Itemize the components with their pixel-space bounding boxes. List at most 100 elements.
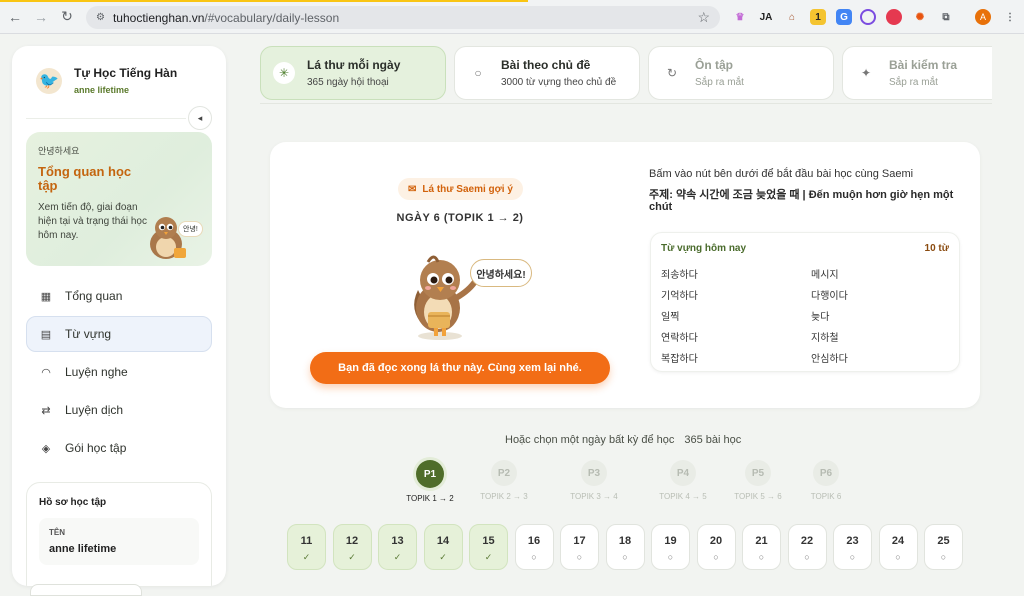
day-button[interactable]: 21 ○ — [742, 524, 781, 570]
sidebar-item-label: Luyện dịch — [65, 403, 124, 417]
day-button[interactable]: 16 ○ — [514, 524, 554, 570]
brand[interactable]: 🐦 Tự Học Tiếng Hàn anne lifetime — [12, 46, 226, 95]
lesson-count: 365 bài học — [684, 434, 742, 446]
tab-daily-letter[interactable]: ✳ Lá thư mỗi ngày 365 ngày hội thoại — [260, 46, 446, 100]
translate-extension-icon[interactable]: G — [836, 9, 852, 25]
day-number: 15 — [482, 535, 495, 547]
day-button[interactable]: 24 ○ — [878, 524, 918, 570]
level-badge: P2 — [491, 460, 517, 486]
mascot-bird-icon — [150, 217, 186, 259]
menu-dots-icon[interactable]: ⋮ — [1002, 9, 1018, 25]
day-number: 17 — [573, 535, 586, 547]
level-p2[interactable]: P2 TOPIK 2 → 3 — [464, 460, 544, 501]
level-badge: P3 — [581, 460, 607, 486]
vocab-card-title: Từ vựng hôm nay — [661, 243, 747, 254]
tab-subtitle: Sắp ra mắt — [695, 77, 744, 88]
vocab-word: 지하철 — [811, 333, 839, 344]
url-host: tuhoctienghan.vn — [112, 10, 205, 25]
bookmark-star-icon[interactable]: ☆ — [697, 9, 710, 26]
tab-topic-lessons[interactable]: ○ Bài theo chủ đề 3000 từ vựng theo chủ … — [454, 46, 640, 100]
day-button[interactable]: 15 ✓ — [469, 524, 508, 570]
open-circle-icon: ○ — [622, 552, 628, 562]
day-button[interactable]: 22 ○ — [787, 524, 827, 570]
level-name: TOPIK 2 → 3 — [480, 492, 528, 501]
day-button[interactable]: 25 ○ — [924, 524, 963, 570]
ring-extension-icon[interactable] — [860, 9, 876, 25]
ja-extension-icon[interactable]: JA — [758, 9, 774, 25]
learning-profile-card: Hồ sơ học tập TÊN anne lifetime — [26, 482, 212, 586]
red-extension-icon[interactable] — [886, 9, 902, 25]
bird-logo-icon: 🐦 — [36, 67, 62, 94]
review-letter-button[interactable]: Bạn đã đọc xong lá thư này. Cùng xem lại… — [310, 352, 610, 384]
open-circle-icon: ○ — [576, 552, 583, 562]
level-p1[interactable]: P1 TOPIK 1 → 2 — [390, 460, 470, 503]
day-number: 11 — [300, 535, 313, 547]
sidebar-item-translation[interactable]: ⇄ Luyện dịch — [26, 392, 212, 428]
crown-extension-icon[interactable]: ♛ — [732, 9, 748, 25]
badge-extension-icon[interactable]: 1 — [810, 9, 826, 25]
level-p4[interactable]: P4 TOPIK 4 → 5 — [643, 460, 723, 501]
sidebar-item-packages[interactable]: ◈ Gói học tập — [26, 430, 212, 466]
check-icon: ✓ — [439, 552, 447, 562]
day-button[interactable]: 12 ✓ — [332, 524, 372, 570]
sidebar-item-overview[interactable]: ▦ Tổng quan — [26, 278, 212, 314]
level-p6[interactable]: P6 TOPIK 6 — [786, 460, 866, 501]
headphones-icon: ◠ — [41, 366, 51, 379]
today-vocab-card: Từ vựng hôm nay 10 từ 죄송하다 메시지 기억하다 다행이다… — [650, 232, 960, 372]
profile-avatar[interactable]: A — [975, 9, 991, 25]
level-p3[interactable]: P3 TOPIK 3 → 4 — [554, 460, 634, 501]
circle-icon: ○ — [474, 66, 482, 80]
reload-icon[interactable]: ↻ — [56, 6, 78, 28]
vocab-word: 죄송하다 — [661, 270, 698, 281]
open-circle-icon: ○ — [804, 552, 810, 562]
vocab-word: 일찍 — [661, 312, 680, 323]
sidebar-item-label: Từ vựng — [65, 327, 112, 341]
lesson-day-title: NGÀY 6 (TOPIK 1 → 2) — [396, 212, 524, 224]
day-number: 18 — [618, 535, 632, 547]
sidebar-item-label: Tổng quan — [65, 289, 123, 303]
tab-subtitle: 3000 từ vựng theo chủ đề — [501, 77, 617, 88]
address-bar[interactable]: ⚙ tuhoctienghan.vn/#vocabulary/daily-les… — [86, 6, 720, 29]
day-button[interactable]: 14 ✓ — [423, 524, 463, 570]
day-number: 24 — [891, 535, 905, 547]
profile-name-value: anne lifetime — [49, 543, 117, 555]
vocab-word: 기억하다 — [661, 291, 698, 302]
house-extension-icon[interactable]: ⌂ — [784, 9, 800, 25]
tab-label: Ôn tập — [695, 58, 733, 72]
day-button[interactable]: 11 ✓ — [287, 524, 326, 570]
bottom-tab[interactable] — [30, 584, 142, 596]
day-button[interactable]: 18 ○ — [605, 524, 645, 570]
day-number: 20 — [709, 535, 723, 547]
vocab-word: 연락하다 — [661, 333, 698, 344]
url-path: /#vocabulary/daily-lesson — [204, 10, 340, 25]
vocab-count: 10 từ — [924, 243, 949, 254]
day-button[interactable]: 23 ○ — [833, 524, 872, 570]
tab-test[interactable]: ✦ Bài kiểm tra Sắp ra mắt — [842, 46, 992, 100]
day-number: 23 — [846, 535, 859, 547]
sidebar-item-vocabulary[interactable]: ▤ Từ vựng — [26, 316, 212, 352]
level-name: TOPIK 3 → 4 — [570, 492, 618, 501]
diamond-icon: ◈ — [41, 442, 51, 455]
check-icon: ✓ — [348, 552, 356, 562]
overview-greeting: 안녕하세요 — [38, 146, 80, 156]
tab-review[interactable]: ↻ Ôn tập Sắp ra mắt — [648, 46, 834, 100]
tip-text: Lá thư Saemi gợi ý — [422, 183, 513, 195]
day-button[interactable]: 20 ○ — [696, 524, 736, 570]
open-circle-icon: ○ — [667, 552, 674, 562]
profile-name-label: TÊN — [49, 528, 65, 537]
day-button[interactable]: 19 ○ — [651, 524, 690, 570]
vocab-word: 안심하다 — [811, 354, 848, 365]
forward-icon[interactable]: → — [30, 6, 52, 28]
sidebar-item-listening[interactable]: ◠ Luyện nghe — [26, 354, 212, 390]
day-button[interactable]: 13 ✓ — [378, 524, 417, 570]
puzzle-extension-icon[interactable]: ⧉ — [938, 9, 954, 25]
site-info-icon[interactable]: ⚙ — [96, 12, 105, 23]
overview-card[interactable]: 안녕하세요 Tổng quan học tập Xem tiến độ, gia… — [26, 132, 212, 266]
day-button[interactable]: 17 ○ — [560, 524, 599, 570]
open-circle-icon: ○ — [849, 552, 856, 562]
collapse-sidebar-button[interactable]: ◂ — [188, 106, 212, 130]
spark-extension-icon[interactable]: ✺ — [912, 9, 928, 25]
check-icon: ✓ — [484, 552, 493, 562]
sidebar-item-label: Luyện nghe — [65, 365, 128, 379]
back-icon[interactable]: ← — [4, 6, 26, 28]
